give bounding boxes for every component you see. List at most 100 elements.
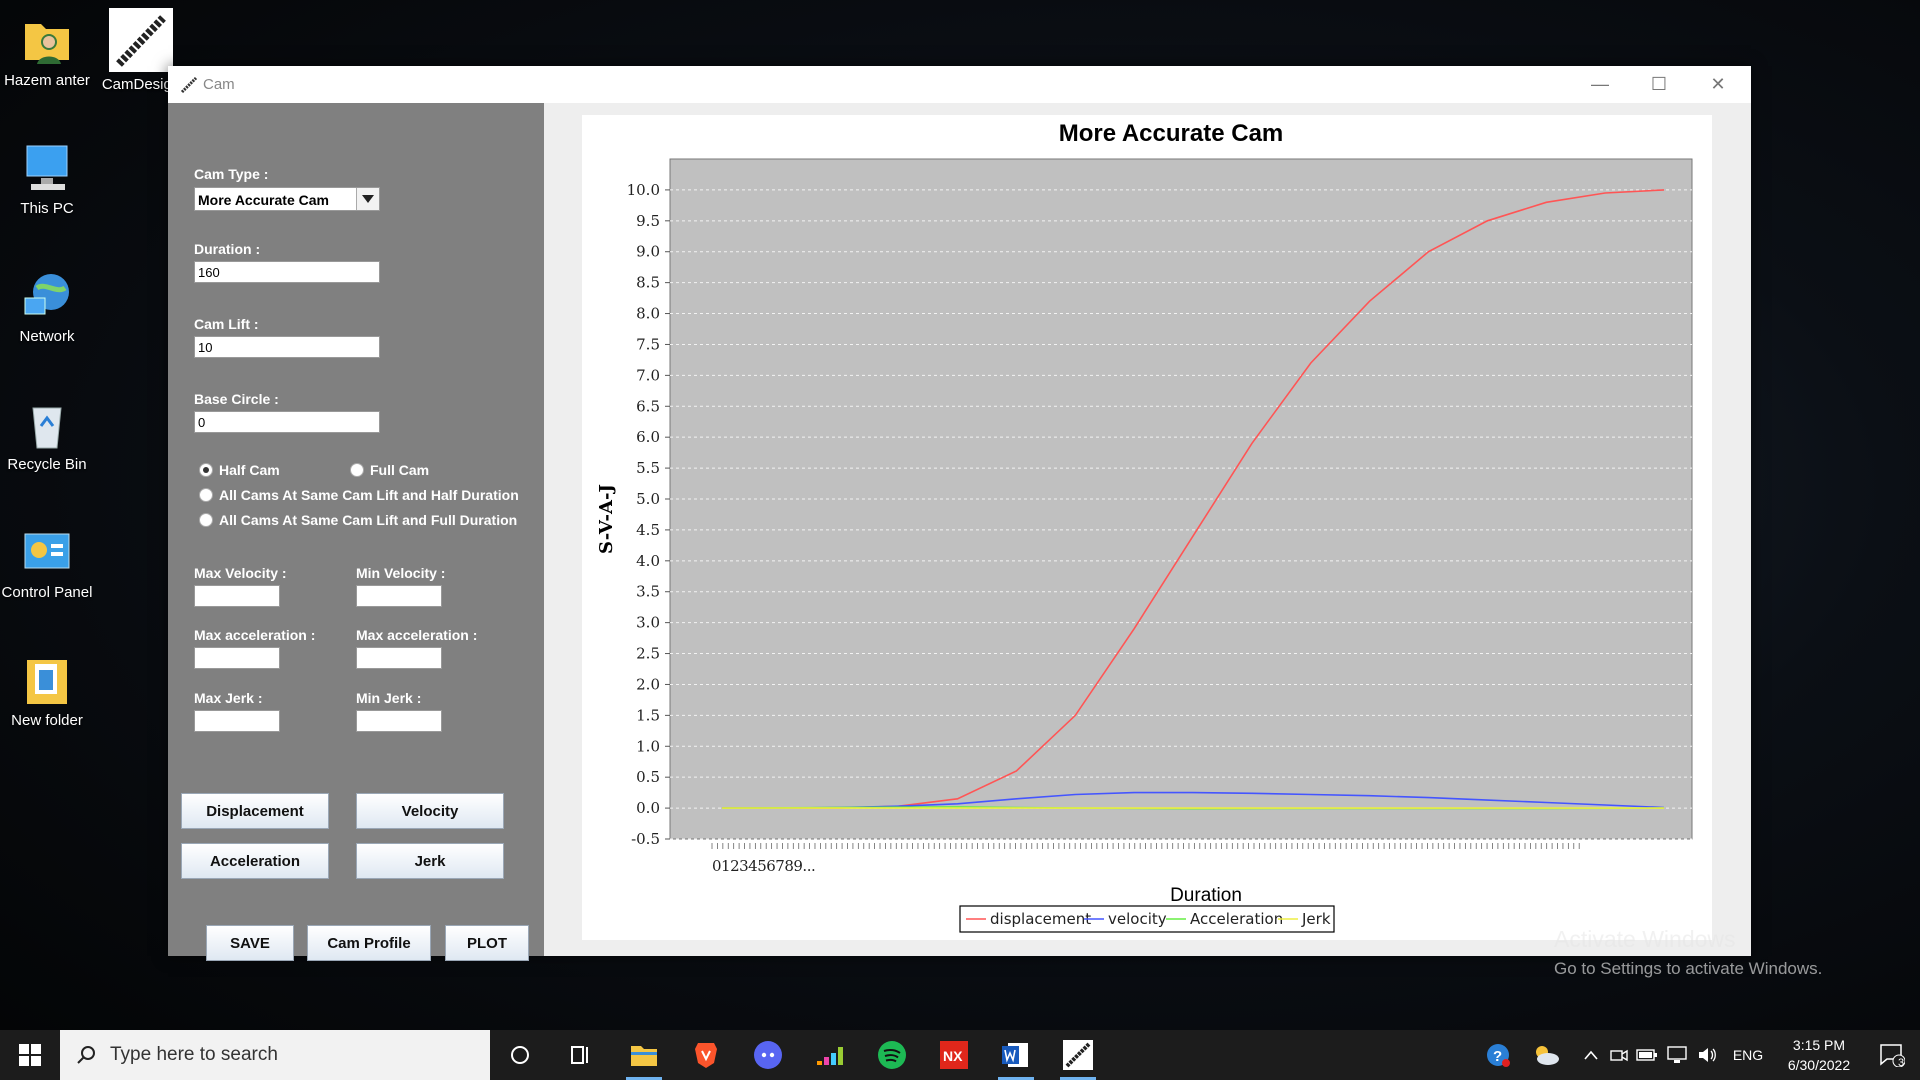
half-cam-radio[interactable]	[199, 463, 213, 477]
cortana-button[interactable]	[494, 1030, 546, 1080]
y-tick-label: 10.0	[627, 181, 660, 199]
search-placeholder: Type here to search	[110, 1044, 278, 1065]
cam-profile-button[interactable]: Cam Profile	[307, 925, 431, 961]
control-panel: Cam Type : More Accurate Cam Duration : …	[168, 103, 544, 961]
user-folder-icon	[19, 12, 75, 68]
y-tick-label: -0.5	[631, 830, 660, 848]
taskbar-search[interactable]: Type here to search	[60, 1030, 490, 1080]
max-jerk-field[interactable]	[194, 710, 280, 732]
clock[interactable]: 3:15 PM 6/30/2022	[1774, 1030, 1864, 1080]
maximize-icon: ☐	[1650, 74, 1668, 94]
y-tick-label: 2.0	[636, 675, 660, 693]
network-globe-icon	[19, 268, 75, 324]
all-cams-full-duration-label: All Cams At Same Cam Lift and Full Durat…	[219, 512, 518, 528]
taskbar-nx[interactable]: NX	[928, 1030, 980, 1080]
y-tick-label: 0.0	[636, 799, 660, 817]
max-acceleration-field-2[interactable]	[356, 647, 442, 669]
cortana-circle-icon	[511, 1046, 529, 1064]
taskbar-spotify[interactable]	[866, 1030, 918, 1080]
action-center-button[interactable]: 3	[1868, 1030, 1916, 1080]
chart-title: More Accurate Cam	[1059, 120, 1284, 147]
chart-panel: More Accurate Cam -0.5 0.0 0.5 1.0 1.5 2.0 2.5 3…	[544, 103, 1751, 956]
desktop-icon-control-panel[interactable]: Control Panel	[0, 524, 94, 602]
task-view-button[interactable]	[554, 1030, 606, 1080]
battery-icon	[1636, 1049, 1657, 1061]
cam-window: Cam — ☐ ✕ Cam Type : More Accurate Cam D…	[168, 66, 1751, 961]
y-tick-label: 6.0	[636, 428, 660, 446]
taskbar-brave[interactable]	[680, 1030, 732, 1080]
activate-windows-title: Activate Windows	[1554, 926, 1736, 952]
chevron-down-icon[interactable]	[356, 188, 379, 210]
minimize-icon: —	[1591, 74, 1609, 94]
min-jerk-field[interactable]	[356, 710, 442, 732]
desktop-icon-label: This PC	[20, 200, 74, 217]
all-cams-half-duration-radio[interactable]	[199, 488, 213, 502]
window-titlebar[interactable]: Cam — ☐ ✕	[168, 66, 1751, 103]
y-tick-label: 8.0	[636, 305, 660, 323]
desktop-icon-network[interactable]: Network	[0, 268, 94, 346]
meet-now-tray[interactable]	[1606, 1030, 1632, 1080]
cam-lift-label: Cam Lift :	[194, 316, 259, 332]
max-velocity-label: Max Velocity :	[194, 565, 287, 581]
control-panel-icon	[19, 524, 75, 580]
velocity-button[interactable]: Velocity	[356, 793, 504, 829]
minimize-button[interactable]: —	[1571, 66, 1629, 103]
desktop-icon-new-folder[interactable]: New folder	[0, 652, 94, 730]
task-view-icon	[571, 1046, 588, 1064]
brave-browser-icon	[695, 1043, 717, 1068]
acceleration-button[interactable]: Acceleration	[181, 843, 329, 879]
camera-icon	[1610, 1049, 1628, 1062]
max-acceleration-field[interactable]	[194, 647, 280, 669]
desktop-icon-label: Recycle Bin	[7, 456, 87, 473]
cam-type-label: Cam Type :	[194, 166, 269, 182]
full-cam-label: Full Cam	[370, 462, 430, 478]
show-hidden-icons-button[interactable]	[1578, 1030, 1604, 1080]
y-tick-label: 7.0	[636, 366, 660, 384]
taskbar-file-explorer[interactable]	[618, 1030, 670, 1080]
clock-time: 3:15 PM	[1792, 1037, 1846, 1053]
cam-type-select[interactable]: More Accurate Cam	[194, 187, 380, 211]
desktop-icon-recycle-bin[interactable]: Recycle Bin	[0, 396, 94, 474]
chart-area: More Accurate Cam -0.5 0.0 0.5 1.0 1.5 2.0 2.5 3…	[582, 115, 1712, 940]
desktop-icon-hazem-anter[interactable]: Hazem anter	[0, 12, 94, 90]
min-velocity-field[interactable]	[356, 585, 442, 607]
jerk-button[interactable]: Jerk	[356, 843, 504, 879]
close-button[interactable]: ✕	[1689, 66, 1747, 103]
cam-lift-input[interactable]: 10	[194, 336, 380, 358]
activate-windows-subtitle: Go to Settings to activate Windows.	[1554, 959, 1823, 978]
half-cam-label: Half Cam	[219, 462, 280, 478]
plot-button[interactable]: PLOT	[445, 925, 529, 961]
weather-tray-icon[interactable]	[1524, 1030, 1568, 1080]
language-indicator[interactable]: ENG	[1724, 1030, 1772, 1080]
all-cams-full-duration-radio[interactable]	[199, 513, 213, 527]
taskbar-discord[interactable]	[742, 1030, 794, 1080]
duration-input[interactable]: 160	[194, 261, 380, 283]
volume-tray[interactable]	[1694, 1030, 1720, 1080]
displacement-button[interactable]: Displacement	[181, 793, 329, 829]
cam-type-value: More Accurate Cam	[198, 192, 329, 208]
min-velocity-label: Min Velocity :	[356, 565, 446, 581]
legend-label: velocity	[1108, 910, 1167, 928]
y-tick-label: 2.5	[636, 645, 660, 663]
save-button[interactable]: SAVE	[206, 925, 294, 961]
network-tray[interactable]	[1664, 1030, 1690, 1080]
start-button[interactable]	[0, 1030, 60, 1080]
legend-label: Acceleration	[1190, 910, 1283, 928]
maximize-button[interactable]: ☐	[1630, 66, 1688, 103]
help-tray-icon[interactable]: ?	[1478, 1030, 1518, 1080]
base-circle-input[interactable]: 0	[194, 411, 380, 433]
taskbar-cam-app[interactable]	[1052, 1030, 1104, 1080]
taskbar-deezer[interactable]	[804, 1030, 856, 1080]
taskbar-word[interactable]	[990, 1030, 1042, 1080]
full-cam-radio[interactable]	[350, 463, 364, 477]
legend-label: displacement	[990, 910, 1091, 928]
max-velocity-field[interactable]	[194, 585, 280, 607]
notification-count: 3	[1898, 1057, 1905, 1069]
y-tick-label: 7.5	[636, 335, 660, 353]
legend-label: Jerk	[1301, 910, 1331, 928]
desktop-icon-this-pc[interactable]: This PC	[0, 140, 94, 218]
battery-tray[interactable]	[1634, 1030, 1660, 1080]
y-tick-label: 6.5	[636, 397, 660, 415]
x-tick-labels: 0123456789...	[712, 857, 815, 875]
desktop-icon-label: Control Panel	[1, 584, 93, 601]
